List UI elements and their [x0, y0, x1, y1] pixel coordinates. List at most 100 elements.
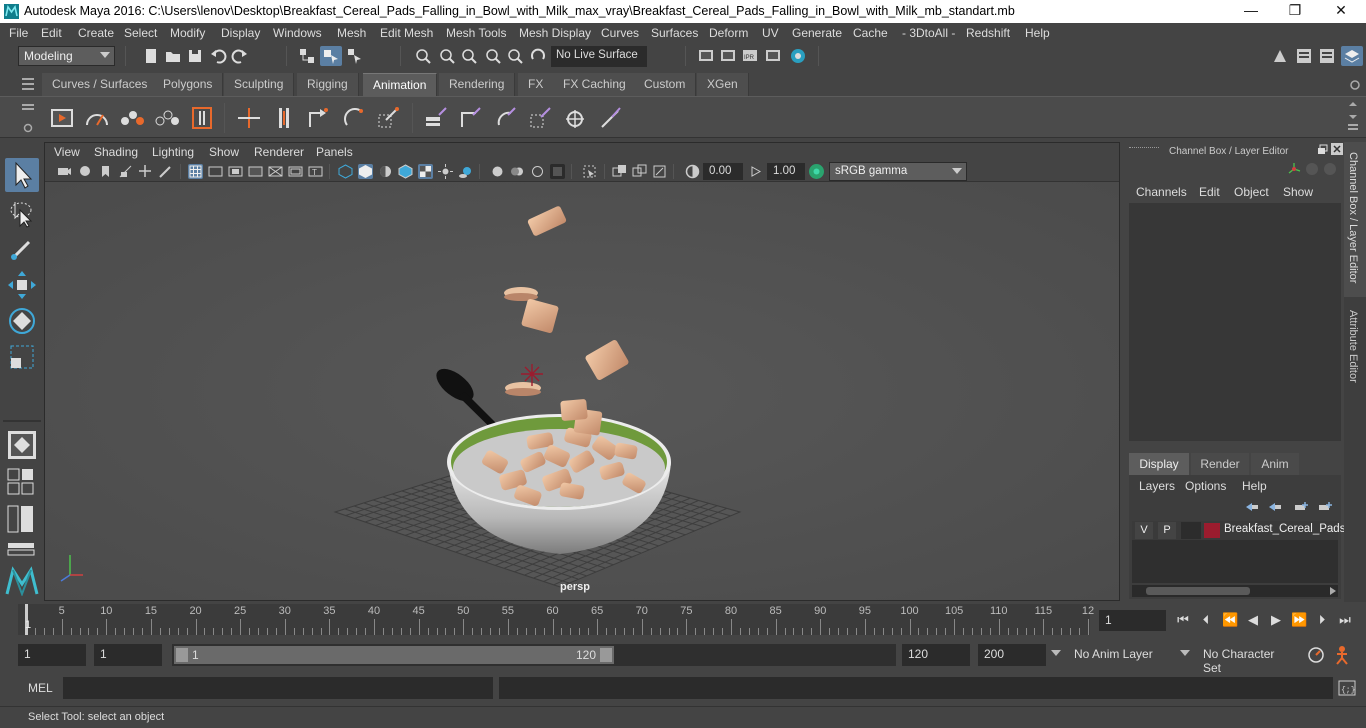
shadows-icon[interactable] [458, 164, 473, 179]
layer-row[interactable]: V P Breakfast_Cereal_Pads_ [1132, 521, 1352, 540]
menu-mesh-tools[interactable]: Mesh Tools [446, 26, 506, 40]
isolate-select-icon[interactable] [582, 164, 597, 179]
color-management-icon[interactable] [809, 164, 824, 179]
tab-polygons[interactable]: Polygons [153, 73, 224, 96]
snap-curve-icon[interactable] [438, 47, 456, 65]
new-scene-icon[interactable] [142, 47, 160, 65]
ipr-render-icon[interactable]: IPR [741, 47, 759, 65]
snap-view-plane-icon[interactable] [484, 47, 502, 65]
minimize-button[interactable]: — [1236, 2, 1266, 20]
timing-icon[interactable] [84, 105, 110, 131]
step-forward-frame-icon[interactable]: ⏵ [1314, 612, 1330, 628]
smooth-shade-icon[interactable] [358, 164, 373, 179]
anim-layer-dropdown[interactable]: No Anim Layer [1068, 644, 1174, 666]
channel-object-menu[interactable]: Object [1234, 185, 1269, 199]
channel-box-hyper-icon[interactable] [1323, 162, 1337, 176]
new-layer-from-selection-icon[interactable] [1317, 500, 1333, 514]
select-component-icon[interactable] [346, 47, 364, 65]
step-back-key-icon[interactable]: ⏪ [1222, 612, 1238, 628]
menu-surfaces[interactable]: Surfaces [651, 26, 698, 40]
constraint-icon[interactable] [563, 105, 589, 131]
shelf-settings-icon[interactable] [1349, 76, 1361, 94]
viewport-menu-lighting[interactable]: Lighting [152, 145, 194, 159]
ik-handle-icon[interactable] [423, 105, 449, 131]
close-panel-icon[interactable] [1331, 143, 1343, 155]
hypershade-icon[interactable] [789, 47, 807, 65]
select-object-icon[interactable] [320, 46, 342, 66]
viewport-menu-panels[interactable]: Panels [316, 145, 353, 159]
select-hierarchy-icon[interactable] [298, 47, 316, 65]
bake-icon[interactable] [189, 105, 215, 131]
move-layer-up-icon[interactable] [1244, 500, 1260, 514]
rotate-tool-icon[interactable] [5, 304, 39, 338]
four-view-layout-icon[interactable] [6, 467, 36, 497]
rotate-key-icon[interactable] [341, 105, 367, 131]
anim-layer-caret-icon[interactable] [1051, 650, 1061, 656]
viewport-menu-view[interactable]: View [54, 145, 80, 159]
layer-options-menu[interactable]: Options [1185, 479, 1226, 493]
grease-pencil-icon[interactable] [158, 164, 173, 179]
script-editor-icon[interactable]: {;} [1338, 680, 1356, 696]
channel-box-speed-icon[interactable] [1305, 162, 1319, 176]
tab-custom[interactable]: Custom [634, 73, 697, 96]
animation-preferences-icon[interactable] [1334, 645, 1356, 665]
viewport-menu-shading[interactable]: Shading [94, 145, 138, 159]
side-tab-attribute-editor[interactable]: Attribute Editor [1347, 310, 1359, 383]
channel-box-toggle-icon[interactable] [1341, 46, 1363, 66]
scale-tool-icon[interactable] [5, 340, 39, 374]
tab-xgen[interactable]: XGen [697, 73, 749, 96]
move-layer-down-icon[interactable] [1267, 500, 1283, 514]
tab-fx-caching[interactable]: FX Caching [553, 73, 637, 96]
range-slider-bar[interactable] [174, 646, 614, 664]
live-surface-field[interactable]: No Live Surface [551, 46, 647, 67]
motion-blur-icon[interactable] [510, 164, 525, 179]
menu-modify[interactable]: Modify [170, 26, 205, 40]
screen-space-ao-icon[interactable] [490, 164, 505, 179]
redo-icon[interactable] [231, 47, 249, 65]
gate-mask-icon[interactable] [248, 164, 263, 179]
layer-name[interactable]: Breakfast_Cereal_Pads_ [1224, 523, 1352, 535]
channel-box-manip-icon[interactable] [1287, 162, 1301, 176]
2d-pan-zoom-icon[interactable] [138, 164, 153, 179]
playback-end-field[interactable]: 120 [902, 644, 970, 666]
field-chart-icon[interactable] [268, 164, 283, 179]
exposure-icon[interactable] [685, 164, 700, 179]
tab-curves-surfaces[interactable]: Curves / Surfaces [42, 73, 159, 96]
joint-tool-icon[interactable] [493, 105, 519, 131]
step-back-frame-icon[interactable]: ⏴ [1198, 612, 1214, 628]
make-live-icon[interactable] [529, 47, 547, 65]
menu-edit[interactable]: Edit [41, 26, 62, 40]
play-backwards-icon[interactable]: ◀ [1245, 612, 1261, 628]
tool-settings-toggle-icon[interactable] [1318, 47, 1336, 65]
menu-help[interactable]: Help [1025, 26, 1050, 40]
range-slider-start-handle[interactable] [176, 648, 188, 662]
shelf-scroll[interactable] [1346, 99, 1360, 135]
menu-edit-mesh[interactable]: Edit Mesh [380, 26, 433, 40]
paint-select-tool-icon[interactable] [5, 232, 39, 266]
snap-point-icon[interactable] [460, 47, 478, 65]
tab-anim[interactable]: Anim [1251, 453, 1299, 475]
set-key-icon[interactable] [236, 105, 262, 131]
menu-display[interactable]: Display [221, 26, 260, 40]
restore-button[interactable]: ❐ [1280, 2, 1310, 20]
ghost-icon[interactable] [119, 105, 145, 131]
persp-outliner-layout-icon[interactable] [6, 504, 36, 534]
render-view-icon[interactable] [697, 47, 715, 65]
playblast-icon[interactable] [49, 105, 75, 131]
tab-fx[interactable]: FX [518, 73, 555, 96]
menu-redshift[interactable]: Redshift [966, 26, 1010, 40]
textured-icon[interactable] [418, 164, 433, 179]
multisample-aa-icon[interactable] [530, 164, 545, 179]
move-tool-icon[interactable] [5, 268, 39, 302]
new-empty-layer-icon[interactable] [1293, 500, 1309, 514]
tab-animation[interactable]: Animation [363, 73, 438, 96]
menu-3dtoall[interactable]: - 3DtoAll - [902, 26, 955, 40]
command-language-label[interactable]: MEL [28, 681, 53, 695]
unghost-icon[interactable] [154, 105, 180, 131]
start-time-field[interactable]: 1 [18, 644, 86, 666]
menu-mesh-display[interactable]: Mesh Display [519, 26, 591, 40]
menu-uv[interactable]: UV [762, 26, 779, 40]
open-scene-icon[interactable] [164, 47, 182, 65]
snap-grid-icon[interactable] [414, 47, 432, 65]
resolution-gate-icon[interactable] [228, 164, 243, 179]
